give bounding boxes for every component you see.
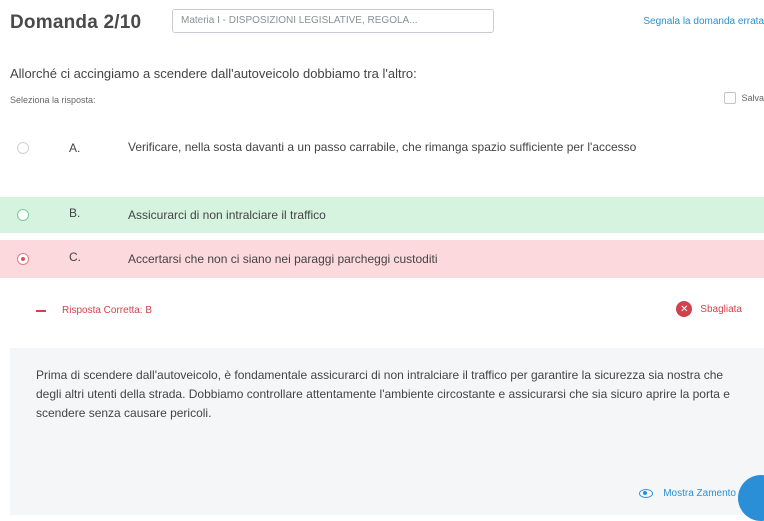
show-less-link[interactable]: Mostra Zamento	[639, 488, 736, 499]
answer-option-c[interactable]: C. Accertarsi che non ci siano nei parag…	[0, 240, 764, 278]
explanation-text: Prima di scendere dall'autoveicolo, è fo…	[36, 368, 730, 420]
question-header: Domanda 2/10 Materia I - DISPOSIZIONI LE…	[10, 8, 764, 38]
answer-option-a[interactable]: A. Verificare, nella sosta davanti a un …	[0, 138, 764, 188]
option-text: Assicurarci di non intralciare il traffi…	[128, 208, 326, 222]
save-toggle[interactable]: Salva	[724, 92, 764, 104]
eye-icon	[639, 489, 654, 498]
option-letter: B.	[69, 206, 81, 220]
option-letter: A.	[69, 141, 81, 155]
radio-button[interactable]	[17, 142, 29, 154]
save-checkbox[interactable]	[724, 92, 737, 104]
save-label: Salva	[741, 93, 764, 103]
question-counter: Domanda 2/10	[10, 12, 142, 33]
answer-hint: Seleziona la risposta:	[10, 95, 96, 105]
option-text: Accertarsi che non ci siano nei paraggi …	[128, 252, 438, 266]
radio-button[interactable]	[17, 209, 29, 221]
result-badge: ✕ Sbagliata	[676, 301, 742, 317]
report-question-link[interactable]: Segnala la domanda errata	[643, 16, 764, 27]
correct-answer-label: Risposta Corretta: B	[62, 305, 153, 316]
show-less-label: Mostra Zamento	[663, 488, 736, 499]
explanation-panel: Risposta Corretta: B ✕ Sbagliata Prima d…	[10, 288, 764, 515]
minus-icon[interactable]	[36, 310, 46, 312]
option-text: Verificare, nella sosta davanti a un pas…	[128, 140, 637, 154]
answer-option-b[interactable]: B. Assicurarci di non intralciare il tra…	[0, 197, 764, 233]
option-letter: C.	[69, 250, 81, 264]
close-icon: ✕	[676, 301, 693, 317]
radio-button-selected[interactable]	[17, 253, 29, 265]
question-text: Allorché ci accingiamo a scendere dall'a…	[10, 66, 417, 81]
subject-select[interactable]: Materia I - DISPOSIZIONI LEGISLATIVE, RE…	[172, 9, 494, 33]
explanation-header[interactable]: Risposta Corretta: B ✕ Sbagliata	[10, 288, 764, 348]
result-label: Sbagliata	[700, 303, 742, 315]
